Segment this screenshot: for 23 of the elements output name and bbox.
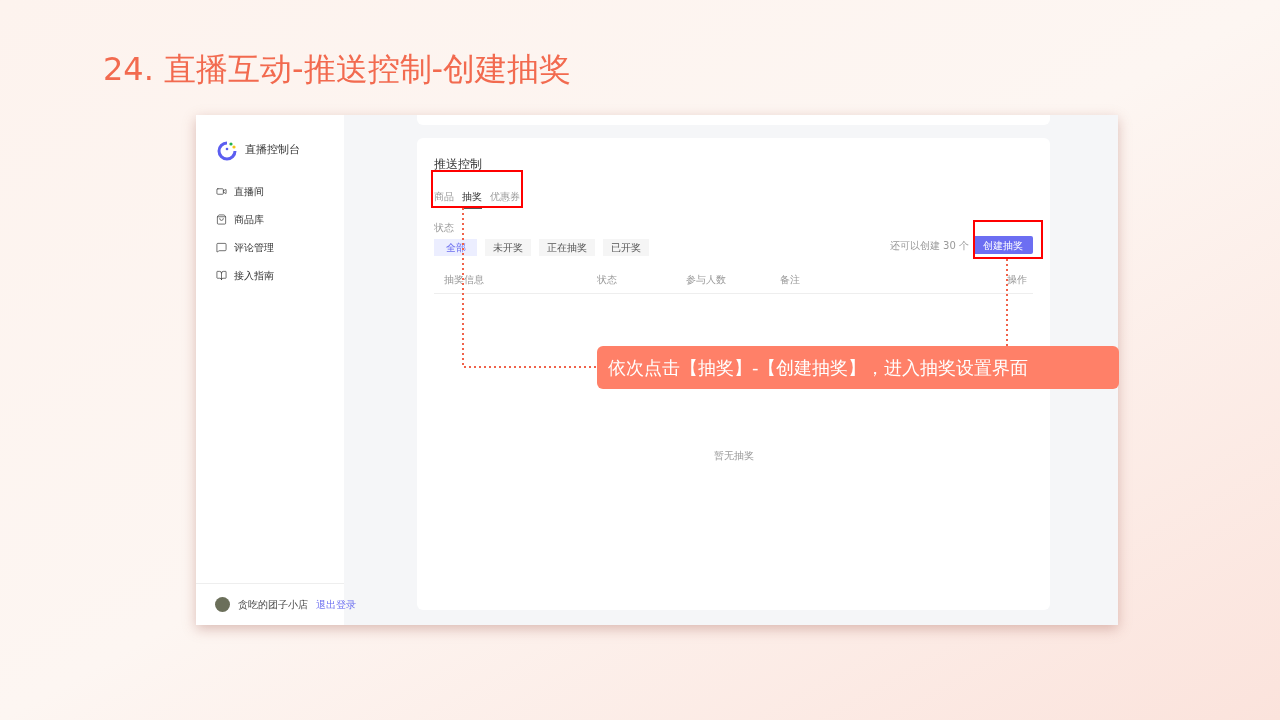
user-name: 贪吃的团子小店: [238, 598, 308, 612]
filter-button[interactable]: 已开奖: [603, 239, 649, 256]
column-header: 状态: [597, 273, 618, 287]
column-header: 参与人数: [686, 273, 727, 287]
empty-state-text: 暂无抽奖: [713, 449, 754, 463]
quota-text: 还可以创建 30 个: [889, 238, 969, 253]
create-lottery-button[interactable]: 创建抽奖: [973, 236, 1033, 254]
callout: 依次点击【抽奖】-【创建抽奖】，进入抽奖设置界面: [597, 346, 1119, 389]
tab[interactable]: 抽奖: [462, 189, 482, 209]
filter-button[interactable]: 未开奖: [485, 239, 531, 256]
slide-title: 24. 直播互动-推送控制-创建抽奖: [103, 50, 572, 88]
nav-item[interactable]: 接入指南: [196, 261, 344, 289]
card-title: 推送控制: [434, 157, 482, 171]
column-header: 备注: [780, 273, 801, 287]
brand-name: 直播控制台: [245, 142, 300, 159]
column-header: 抽奖信息: [444, 273, 485, 287]
logout-link[interactable]: 退出登录: [316, 597, 356, 612]
nav-item[interactable]: 商品库: [196, 205, 344, 233]
filter-button[interactable]: 正在抽奖: [539, 239, 595, 256]
nav-item[interactable]: 评论管理: [196, 233, 344, 261]
column-header: 操作: [1007, 273, 1028, 287]
filter-label: 状态: [434, 221, 455, 235]
nav-item[interactable]: 直播间: [196, 177, 344, 205]
